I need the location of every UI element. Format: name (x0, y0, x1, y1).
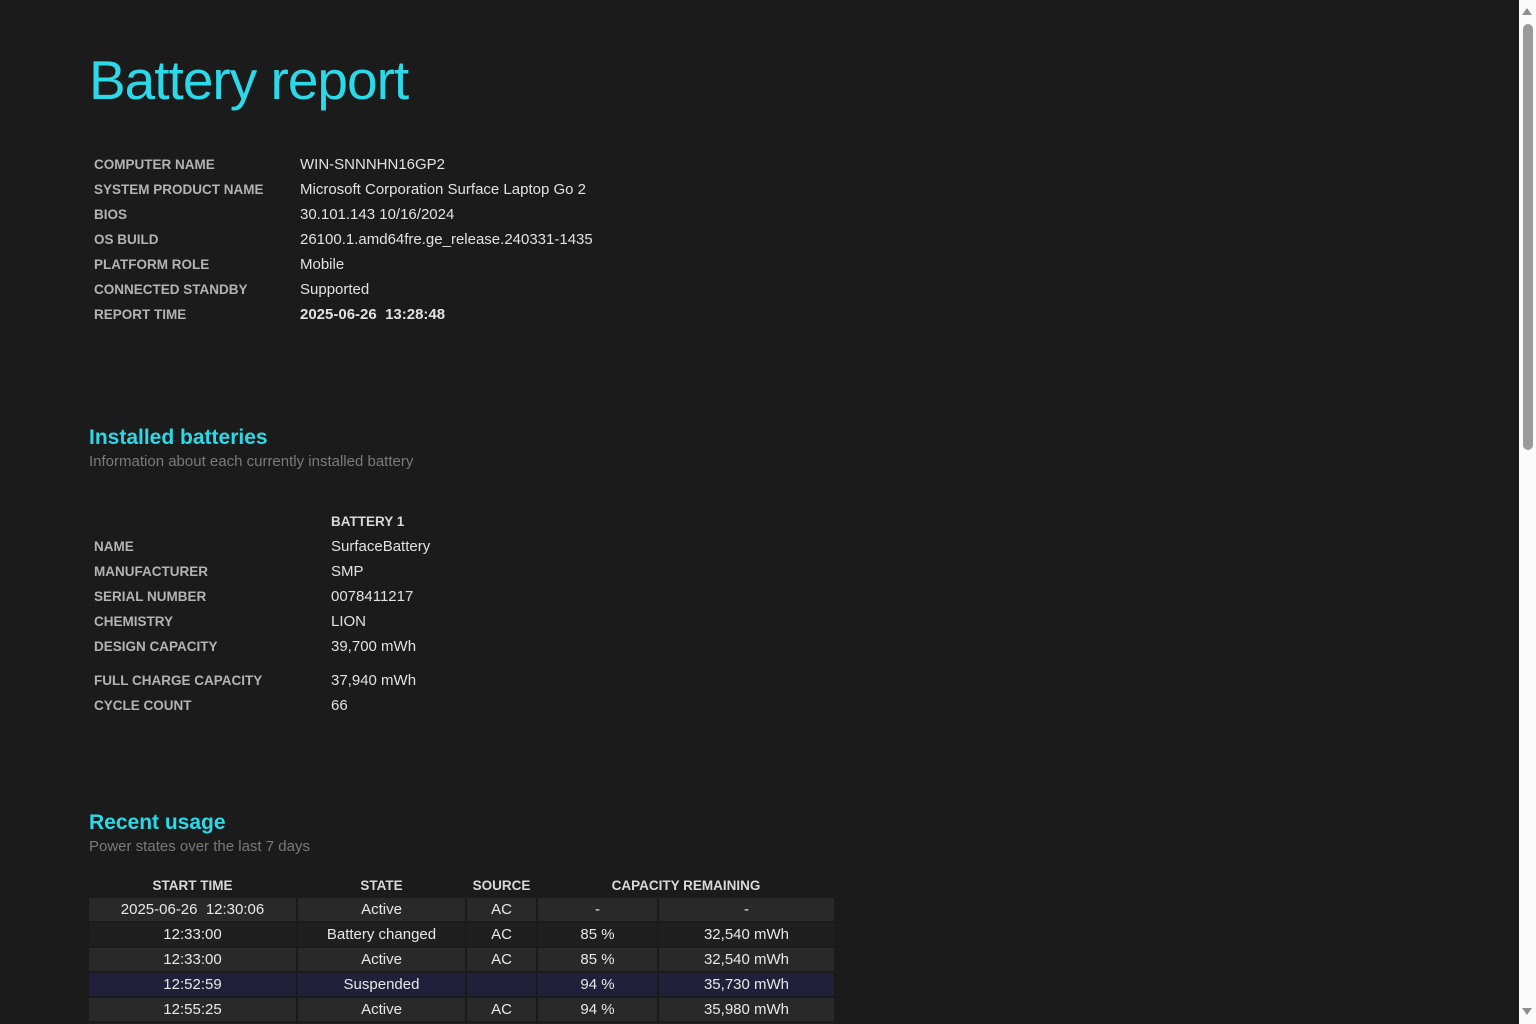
installed-batteries-subtitle: Information about each currently install… (89, 451, 1496, 473)
usage-row: 12:33:00 Battery changed AC 85 % 32,540 … (89, 923, 834, 946)
col-header-capacity-remaining: CAPACITY REMAINING (538, 876, 834, 896)
recent-usage-heading: Recent usage (89, 810, 1496, 836)
system-info-value: Mobile (300, 252, 344, 277)
system-info-label: SYSTEM PRODUCT NAME (89, 177, 300, 202)
battery-detail-row: FULL CHARGE CAPACITY 37,940 mWh (89, 668, 1496, 693)
scrollbar-down-arrow-icon[interactable] (1522, 1008, 1532, 1015)
battery-column-header-spacer (89, 509, 331, 534)
battery-details-table: BATTERY 1 NAME SurfaceBattery MANUFACTUR… (89, 509, 1496, 718)
battery-detail-row: CHEMISTRY LION (89, 609, 1496, 634)
system-info-value: Microsoft Corporation Surface Laptop Go … (300, 177, 586, 202)
usage-start-time: 12:55:25 (89, 998, 296, 1021)
usage-state: Active (298, 948, 465, 971)
col-header-source: SOURCE (467, 876, 536, 896)
usage-state: Suspended (298, 973, 465, 996)
battery-detail-label: CYCLE COUNT (89, 693, 331, 718)
battery-detail-label: DESIGN CAPACITY (89, 634, 331, 659)
usage-source: AC (467, 923, 536, 946)
scrollbar-thumb[interactable] (1523, 24, 1533, 450)
system-info-row: OS BUILD 26100.1.amd64fre.ge_release.240… (89, 227, 1496, 252)
usage-row: 2025-06-26 12:30:06 Active AC - - (89, 898, 834, 921)
system-info-label: COMPUTER NAME (89, 152, 300, 177)
recent-usage-table: START TIME STATE SOURCE CAPACITY REMAINI… (87, 874, 836, 1024)
usage-source: AC (467, 998, 536, 1021)
report-time-value: 2025-06-26 13:28:48 (300, 302, 445, 327)
battery-detail-label: NAME (89, 534, 331, 559)
battery-detail-row: DESIGN CAPACITY 39,700 mWh (89, 634, 1496, 659)
battery-detail-value: 37,940 mWh (331, 668, 416, 693)
system-info-label: PLATFORM ROLE (89, 252, 300, 277)
recent-usage-subtitle: Power states over the last 7 days (89, 836, 1496, 858)
usage-mwh: - (659, 898, 834, 921)
recent-usage-section: Recent usage Power states over the last … (89, 810, 1496, 1024)
usage-row-suspended: 12:52:59 Suspended 94 % 35,730 mWh (89, 973, 834, 996)
battery-detail-label: CHEMISTRY (89, 609, 331, 634)
battery-detail-value: 39,700 mWh (331, 634, 416, 659)
col-header-state: STATE (298, 876, 465, 896)
battery-detail-value: LION (331, 609, 366, 634)
usage-mwh: 35,730 mWh (659, 973, 834, 996)
battery-detail-value: 66 (331, 693, 348, 718)
installed-batteries-heading: Installed batteries (89, 425, 1496, 451)
usage-start-time: 12:33:00 (89, 923, 296, 946)
battery-detail-row: SERIAL NUMBER 0078411217 (89, 584, 1496, 609)
system-info-value: WIN-SNNNHN16GP2 (300, 152, 445, 177)
battery-detail-row: MANUFACTURER SMP (89, 559, 1496, 584)
system-info-value: 30.101.143 10/16/2024 (300, 202, 454, 227)
system-info-value: Supported (300, 277, 369, 302)
scrollbar-up-arrow-icon[interactable] (1522, 8, 1532, 15)
battery-detail-value: SurfaceBattery (331, 534, 430, 559)
usage-source (467, 973, 536, 996)
system-info-label: OS BUILD (89, 227, 300, 252)
system-info-label: BIOS (89, 202, 300, 227)
system-info-value: 26100.1.amd64fre.ge_release.240331-1435 (300, 227, 593, 252)
system-info-row: CONNECTED STANDBY Supported (89, 277, 1496, 302)
battery-detail-label: MANUFACTURER (89, 559, 331, 584)
usage-percent: 85 % (538, 948, 657, 971)
usage-state: Active (298, 998, 465, 1021)
system-info-row: COMPUTER NAME WIN-SNNNHN16GP2 (89, 152, 1496, 177)
battery-detail-gap (89, 659, 1496, 668)
usage-percent: 94 % (538, 998, 657, 1021)
battery-detail-label: SERIAL NUMBER (89, 584, 331, 609)
page-title: Battery report (89, 0, 1496, 116)
usage-start-time: 12:33:00 (89, 948, 296, 971)
usage-row: 12:55:25 Active AC 94 % 35,980 mWh (89, 998, 834, 1021)
usage-percent: 94 % (538, 973, 657, 996)
usage-percent: 85 % (538, 923, 657, 946)
system-info-label: CONNECTED STANDBY (89, 277, 300, 302)
battery-detail-value: 0078411217 (331, 584, 413, 609)
vertical-scrollbar[interactable] (1519, 0, 1536, 1024)
system-info-row: BIOS 30.101.143 10/16/2024 (89, 202, 1496, 227)
battery-detail-row: CYCLE COUNT 66 (89, 693, 1496, 718)
usage-mwh: 32,540 mWh (659, 948, 834, 971)
system-info-row-report-time: REPORT TIME 2025-06-26 13:28:48 (89, 302, 1496, 327)
usage-state: Active (298, 898, 465, 921)
col-header-start-time: START TIME (89, 876, 296, 896)
system-info-row: SYSTEM PRODUCT NAME Microsoft Corporatio… (89, 177, 1496, 202)
battery-detail-value: SMP (331, 559, 364, 584)
battery-detail-label: FULL CHARGE CAPACITY (89, 668, 331, 693)
usage-source: AC (467, 948, 536, 971)
system-info-row: PLATFORM ROLE Mobile (89, 252, 1496, 277)
usage-mwh: 35,980 mWh (659, 998, 834, 1021)
battery-column-header-row: BATTERY 1 (89, 509, 1496, 534)
usage-start-time: 12:52:59 (89, 973, 296, 996)
battery-column-header: BATTERY 1 (331, 509, 404, 534)
battery-detail-row: NAME SurfaceBattery (89, 534, 1496, 559)
usage-state: Battery changed (298, 923, 465, 946)
system-info-label: REPORT TIME (89, 302, 300, 327)
usage-start-time: 2025-06-26 12:30:06 (89, 898, 296, 921)
usage-row: 12:33:00 Active AC 85 % 32,540 mWh (89, 948, 834, 971)
usage-source: AC (467, 898, 536, 921)
battery-report-page: Battery report COMPUTER NAME WIN-SNNNHN1… (0, 0, 1536, 1024)
installed-batteries-section: Installed batteries Information about ea… (89, 425, 1496, 718)
usage-header-row: START TIME STATE SOURCE CAPACITY REMAINI… (89, 876, 834, 896)
usage-percent: - (538, 898, 657, 921)
usage-mwh: 32,540 mWh (659, 923, 834, 946)
system-info-table: COMPUTER NAME WIN-SNNNHN16GP2 SYSTEM PRO… (89, 152, 1496, 327)
